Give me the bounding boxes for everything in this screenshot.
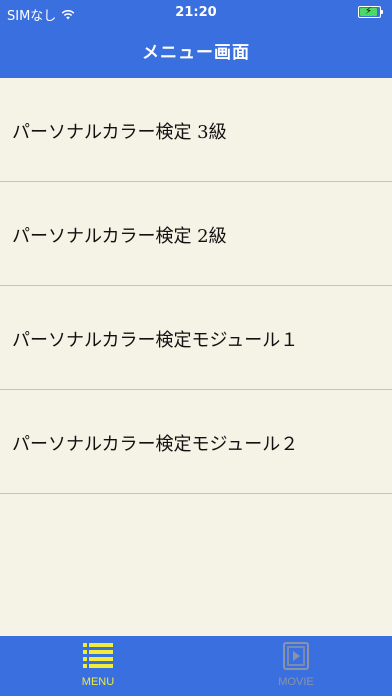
tab-movie-label: MOVIE [278,676,314,688]
battery-icon: ⚡ [358,6,383,18]
status-time: 21:20 [175,5,217,20]
page-title: メニュー画面 [142,43,250,63]
menu-item-module-1[interactable]: パーソナルカラー検定モジュール１ [0,286,392,390]
menu-item-grade-2[interactable]: パーソナルカラー検定 2級 [0,182,392,286]
menu-item-label: パーソナルカラー検定モジュール１ [12,330,299,351]
menu-item-label: パーソナルカラー検定 3級 [12,122,227,143]
app-header: SIMなし 21:20 ⚡ メニュー画面 [0,0,392,78]
menu-list: パーソナルカラー検定 3級 パーソナルカラー検定 2級 パーソナルカラー検定モジ… [0,78,392,636]
menu-item-module-2[interactable]: パーソナルカラー検定モジュール２ [0,390,392,494]
tab-movie[interactable]: MOVIE [226,636,366,696]
tab-menu-label: MENU [81,676,115,688]
menu-item-label: パーソナルカラー検定 2級 [12,226,227,247]
menu-item-grade-3[interactable]: パーソナルカラー検定 3級 [0,78,392,182]
tab-bar: MENU MOVIE [0,636,392,696]
play-icon [283,642,309,670]
tab-menu[interactable]: MENU [28,636,168,696]
status-bar: SIMなし 21:20 ⚡ [0,0,392,24]
menu-item-label: パーソナルカラー検定モジュール２ [12,434,299,455]
list-icon [83,642,113,670]
